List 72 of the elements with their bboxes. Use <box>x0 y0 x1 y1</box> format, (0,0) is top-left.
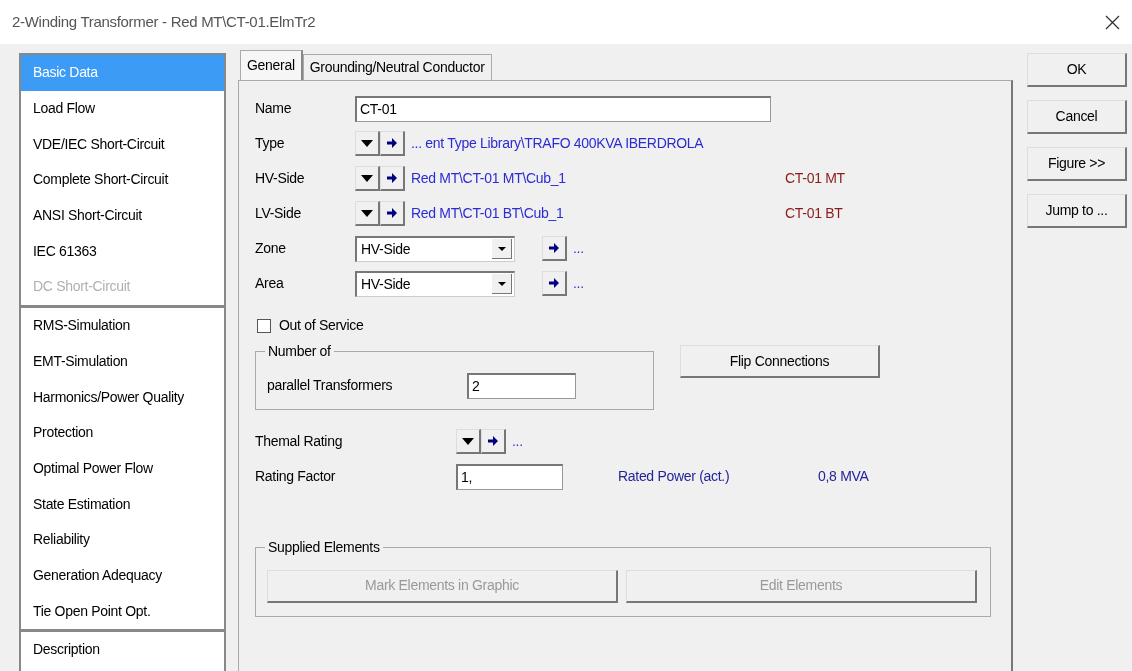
field-label: Zone <box>255 239 287 258</box>
checkbox-label: Out of Service <box>279 316 364 335</box>
terminal-name: CT-01 BT <box>785 204 843 223</box>
sidebar-item[interactable]: Load Flow <box>21 90 224 127</box>
sidebar-item[interactable]: Tie Open Point Opt. <box>21 593 224 629</box>
caret-icon <box>361 139 373 147</box>
jump-button[interactable] <box>380 201 405 226</box>
arrow-right-icon <box>549 278 559 288</box>
jump-button[interactable] <box>380 166 405 191</box>
field-label: Area <box>255 274 285 293</box>
field-label: Type <box>255 134 286 153</box>
dropdown-field[interactable]: HV-Side <box>355 270 515 297</box>
dialog-button[interactable]: Cancel <box>1027 100 1127 134</box>
dropdown-button[interactable] <box>456 429 481 454</box>
sidebar-item[interactable]: Description <box>21 632 224 668</box>
arrow-right-icon <box>488 436 498 446</box>
dialog-button[interactable]: Jump to ... <box>1027 194 1127 228</box>
jump-button[interactable] <box>380 131 405 156</box>
flip-connections-button[interactable]: Flip Connections <box>680 345 880 378</box>
dropdown-field[interactable]: HV-Side <box>355 235 515 262</box>
reference-link[interactable]: Red MT\CT-01 MT\Cub_1 <box>411 168 785 189</box>
window-title: 2-Winding Transformer - Red MT\CT-01.ElmTr2 <box>12 11 316 32</box>
caret-icon <box>361 174 373 182</box>
field-label: Name <box>255 99 293 118</box>
caret-icon <box>497 281 506 286</box>
caret-icon <box>361 209 373 217</box>
sidebar-item[interactable]: Complete Short-Circuit <box>21 162 224 198</box>
arrow-right-icon <box>387 173 397 183</box>
arrow-right-icon <box>387 208 397 218</box>
sidebar-item[interactable]: RMS-Simulation <box>21 307 224 344</box>
sidebar-item[interactable]: State Estimation <box>21 486 224 522</box>
number-field[interactable]: 2 <box>467 372 576 399</box>
caret-icon <box>497 246 506 251</box>
caret-icon <box>462 437 474 445</box>
reference-link[interactable]: ... ent Type Library\TRAFO 400KVA IBERDROLA <box>411 133 704 154</box>
more-link[interactable]: ... <box>573 273 584 294</box>
field-label: parallel Transformers <box>267 376 394 395</box>
field-label: Rating Factor <box>255 467 337 486</box>
jump-button[interactable] <box>542 271 567 296</box>
tab[interactable]: Grounding/Neutral Conductor <box>302 54 492 80</box>
sidebar-item[interactable]: Protection <box>21 414 224 451</box>
rating-factor-field[interactable]: 1, <box>456 463 563 490</box>
field-label: Themal Rating <box>255 432 344 451</box>
sidebar-item[interactable]: ANSI Short-Circuit <box>21 197 224 234</box>
dropdown-button[interactable] <box>355 166 380 191</box>
terminal-name: CT-01 MT <box>785 169 845 188</box>
dropdown-button[interactable] <box>355 201 380 226</box>
sidebar-item[interactable]: EMT-Simulation <box>21 343 224 380</box>
jump-button[interactable] <box>481 429 506 454</box>
field-value: 0,8 MVA <box>818 467 869 486</box>
reference-link[interactable]: Red MT\CT-01 BT\Cub_1 <box>411 203 785 224</box>
field-label: Rated Power (act.) <box>618 467 731 486</box>
sidebar-item[interactable]: VDE/IEC Short-Circuit <box>21 126 224 163</box>
name-field[interactable]: CT-01 <box>355 95 771 122</box>
field-label: LV-Side <box>255 204 302 223</box>
arrow-right-icon <box>387 138 397 148</box>
dialog-button[interactable]: Figure >> <box>1027 147 1127 181</box>
tab[interactable]: General <box>240 50 303 80</box>
field-label: HV-Side <box>255 169 306 188</box>
dialog-button[interactable]: OK <box>1027 53 1127 87</box>
sidebar-item[interactable]: Harmonics/Power Quality <box>21 379 224 415</box>
more-link[interactable]: ... <box>573 238 584 259</box>
close-icon <box>1105 14 1120 30</box>
jump-button[interactable] <box>542 236 567 261</box>
dropdown-button[interactable] <box>355 131 380 156</box>
sidebar-item[interactable]: Reliability <box>21 521 224 558</box>
sidebar-item[interactable]: Generation Adequacy <box>21 557 224 594</box>
checkbox[interactable] <box>257 318 271 333</box>
arrow-right-icon <box>549 243 559 253</box>
more-link[interactable]: ... <box>512 431 523 452</box>
sidebar-item[interactable]: Optimal Power Flow <box>21 450 224 487</box>
sidebar-item[interactable]: IEC 61363 <box>21 233 224 270</box>
